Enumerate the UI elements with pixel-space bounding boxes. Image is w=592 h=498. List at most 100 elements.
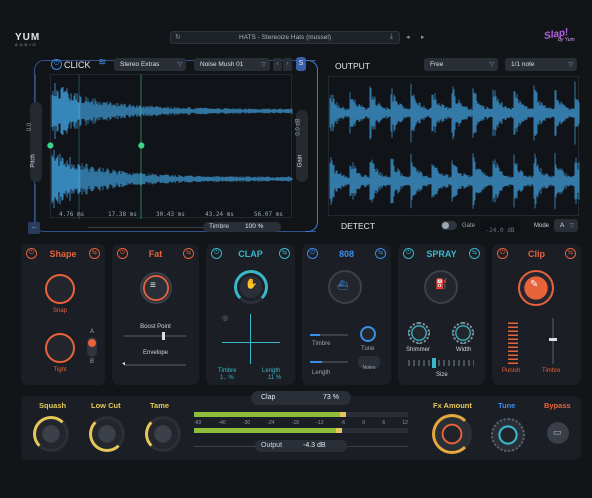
link-icon[interactable]: ⇔ bbox=[28, 222, 40, 234]
logo-subtext: AUDIO bbox=[15, 42, 38, 47]
chevron-down-icon: ▽ bbox=[568, 62, 573, 68]
timbre-label: Timbre bbox=[209, 223, 229, 230]
fat-knob[interactable] bbox=[140, 272, 172, 304]
output-gain-slider[interactable]: Output -4.3 dB bbox=[255, 440, 347, 452]
module-panel-3: ⏻ 808 ⇆ ⛴ Timbre Length Tune Notes bbox=[302, 244, 391, 385]
808-length-label: Length bbox=[312, 370, 331, 376]
clip-timbre-slider[interactable] bbox=[549, 318, 557, 364]
notes-toggle[interactable]: Notes bbox=[358, 356, 380, 371]
meter-tick: 12 bbox=[402, 420, 408, 426]
click-waveform-display[interactable]: ⬤ ⬤ 4.76 ms 17.38 ms 30.43 ms 43.24 ms 5… bbox=[47, 74, 293, 219]
output-panel: OUTPUT Free ▽ 1/1 note ▽ DETECT Gate -24… bbox=[325, 54, 581, 237]
link-icon[interactable]: ⇆ bbox=[279, 248, 290, 259]
lowcut-knob[interactable] bbox=[89, 416, 125, 452]
click-waveform bbox=[51, 75, 293, 219]
tight-knob[interactable] bbox=[45, 333, 75, 363]
spray-can-icon: ⛽ bbox=[435, 279, 448, 290]
pitch-value: 0.0 bbox=[27, 122, 34, 132]
meter-tick: -60 bbox=[194, 420, 202, 426]
808-length-slider[interactable] bbox=[310, 361, 348, 363]
tune-knob[interactable] bbox=[491, 418, 525, 452]
gate-toggle[interactable] bbox=[441, 221, 457, 230]
brand-by-text: by Yum bbox=[558, 37, 575, 43]
module-panel-2: ⏻ CLAP ⇆ ✋ ◎ Timbre 1.. % Length 11 % bbox=[206, 244, 295, 385]
forward-icon[interactable]: ▸ bbox=[421, 33, 425, 41]
pitch-slider[interactable]: 0.0 Pitch bbox=[27, 102, 42, 182]
808-tune-knob[interactable] bbox=[360, 326, 376, 342]
pencil-icon: ✎ bbox=[530, 279, 539, 290]
boost-point-label: Boost Point bbox=[140, 324, 171, 330]
snap-knob[interactable] bbox=[45, 274, 75, 304]
punish-label: Punish bbox=[502, 368, 521, 374]
timbre-value: 100 % bbox=[245, 223, 264, 230]
boost-point-slider[interactable] bbox=[124, 332, 186, 340]
clip-timbre-label: Timbre bbox=[542, 368, 561, 374]
link-icon[interactable]: ⇆ bbox=[89, 248, 100, 259]
tune-label: Tune bbox=[498, 401, 516, 410]
module-panel-0: ⏻ Shape ⇆ Snap Tight A B bbox=[21, 244, 105, 385]
size-slider[interactable] bbox=[408, 358, 474, 368]
link-icon[interactable]: ⇆ bbox=[565, 248, 576, 259]
clap-length-value: 11 % bbox=[268, 375, 282, 381]
brand-logo: Slap! by Yum bbox=[543, 27, 584, 49]
fx-amount-knob[interactable] bbox=[432, 414, 472, 454]
marker-handle-icon[interactable]: ⬤ bbox=[138, 142, 145, 149]
fx-amount-label: Fx Amount bbox=[433, 401, 472, 410]
punish-spring[interactable] bbox=[508, 322, 518, 364]
preset-bar[interactable]: ↻ HATS - Stereoize Hats (mussel) ⤓ bbox=[170, 31, 400, 44]
submarine-icon: ⛴ bbox=[337, 280, 349, 290]
marker-handle-icon[interactable]: ⬤ bbox=[47, 142, 54, 149]
shimmer-knob[interactable] bbox=[408, 322, 430, 344]
snap-label: Snap bbox=[52, 308, 67, 314]
clap-label: Clap bbox=[261, 394, 276, 401]
envelope-slider[interactable]: ◂ bbox=[122, 361, 186, 367]
lowcut-label: Low Cut bbox=[91, 401, 121, 410]
click-sample-dropdown[interactable]: Noise Mush 01 ▽ bbox=[194, 58, 270, 71]
squash-label: Squash bbox=[39, 401, 67, 410]
output-mode-dropdown[interactable]: Free ▽ bbox=[424, 58, 498, 71]
switch-b-label: B bbox=[90, 359, 95, 365]
back-icon[interactable]: ◂ bbox=[406, 33, 410, 41]
link-icon[interactable]: ⇆ bbox=[183, 248, 194, 259]
width-label: Width bbox=[456, 347, 472, 353]
squash-knob[interactable] bbox=[33, 416, 69, 452]
detect-mode-dropdown[interactable]: A ▽ bbox=[554, 219, 578, 232]
link-icon[interactable]: ⇆ bbox=[375, 248, 386, 259]
clap-length-label: Length bbox=[262, 368, 281, 374]
logo: YUM AUDIO bbox=[15, 32, 49, 50]
click-source-value: Stereo Extras bbox=[120, 61, 160, 68]
output-waveform bbox=[329, 81, 580, 210]
save-icon[interactable]: ⤓ bbox=[390, 33, 393, 41]
detect-mode-value: A bbox=[560, 222, 565, 229]
solo-button[interactable]: S bbox=[296, 57, 306, 71]
output-rate-dropdown[interactable]: 1/1 note ▽ bbox=[505, 58, 577, 71]
layers-icon[interactable]: ≋ bbox=[98, 57, 106, 68]
bypass-icon: ▭ bbox=[553, 427, 562, 437]
output-mode-value: Free bbox=[430, 61, 444, 68]
sample-prev-button[interactable]: ‹ bbox=[273, 58, 282, 71]
gate-label: Gate bbox=[462, 223, 476, 229]
mode-label: Mode bbox=[534, 223, 550, 229]
width-knob[interactable] bbox=[452, 322, 474, 344]
time-marker: 43.24 ms bbox=[205, 211, 234, 218]
ab-switch[interactable] bbox=[87, 337, 97, 357]
module-panel-4: ⏻ SPRAY ⇆ ⛽ Shimmer Width Size bbox=[398, 244, 485, 385]
module-panel-1: ⏻ Fat ⇆ ≡ Boost Point Envelope ◂ bbox=[112, 244, 199, 385]
sample-next-button[interactable]: › bbox=[283, 58, 292, 71]
timbre-slider[interactable]: Timbre 100 % bbox=[203, 222, 281, 232]
tame-knob[interactable] bbox=[145, 416, 181, 452]
clap-timbre-value: 1.. % bbox=[220, 375, 234, 381]
click-source-dropdown[interactable]: Stereo Extras ▽ bbox=[114, 58, 186, 71]
click-power-icon[interactable]: ⏻ bbox=[51, 59, 62, 70]
clap-xy-pad[interactable] bbox=[216, 310, 284, 366]
detect-label: DETECT bbox=[341, 221, 375, 231]
clap-value: 73 % bbox=[323, 394, 339, 401]
gate-threshold-field[interactable]: -24.0 dB bbox=[480, 219, 520, 234]
link-icon[interactable]: ⇆ bbox=[469, 248, 480, 259]
clap-slider[interactable]: Clap 73 % bbox=[251, 391, 351, 405]
notes-label: Notes bbox=[362, 365, 376, 371]
bypass-button[interactable]: ▭ bbox=[547, 422, 569, 444]
808-timbre-slider[interactable] bbox=[310, 334, 348, 336]
gain-slider[interactable]: 0.0 dB Gain bbox=[296, 110, 308, 182]
output-rate-value: 1/1 note bbox=[511, 61, 535, 68]
